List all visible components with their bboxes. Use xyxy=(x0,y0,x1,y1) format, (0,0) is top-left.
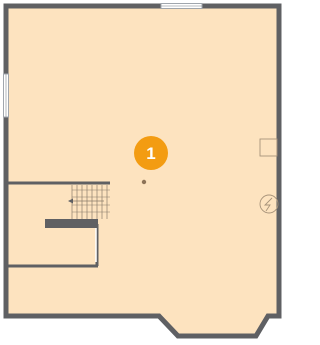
floor-drain-icon xyxy=(141,179,147,185)
floor-plan-canvas: 1 xyxy=(0,0,284,345)
stair-landing xyxy=(45,219,98,228)
floor-plan: 1 xyxy=(3,3,282,339)
left-window xyxy=(3,73,9,118)
room-marker-1[interactable]: 1 xyxy=(134,136,168,170)
room-marker-label: 1 xyxy=(146,144,155,163)
exterior-walls xyxy=(3,3,282,339)
top-window xyxy=(160,3,203,9)
